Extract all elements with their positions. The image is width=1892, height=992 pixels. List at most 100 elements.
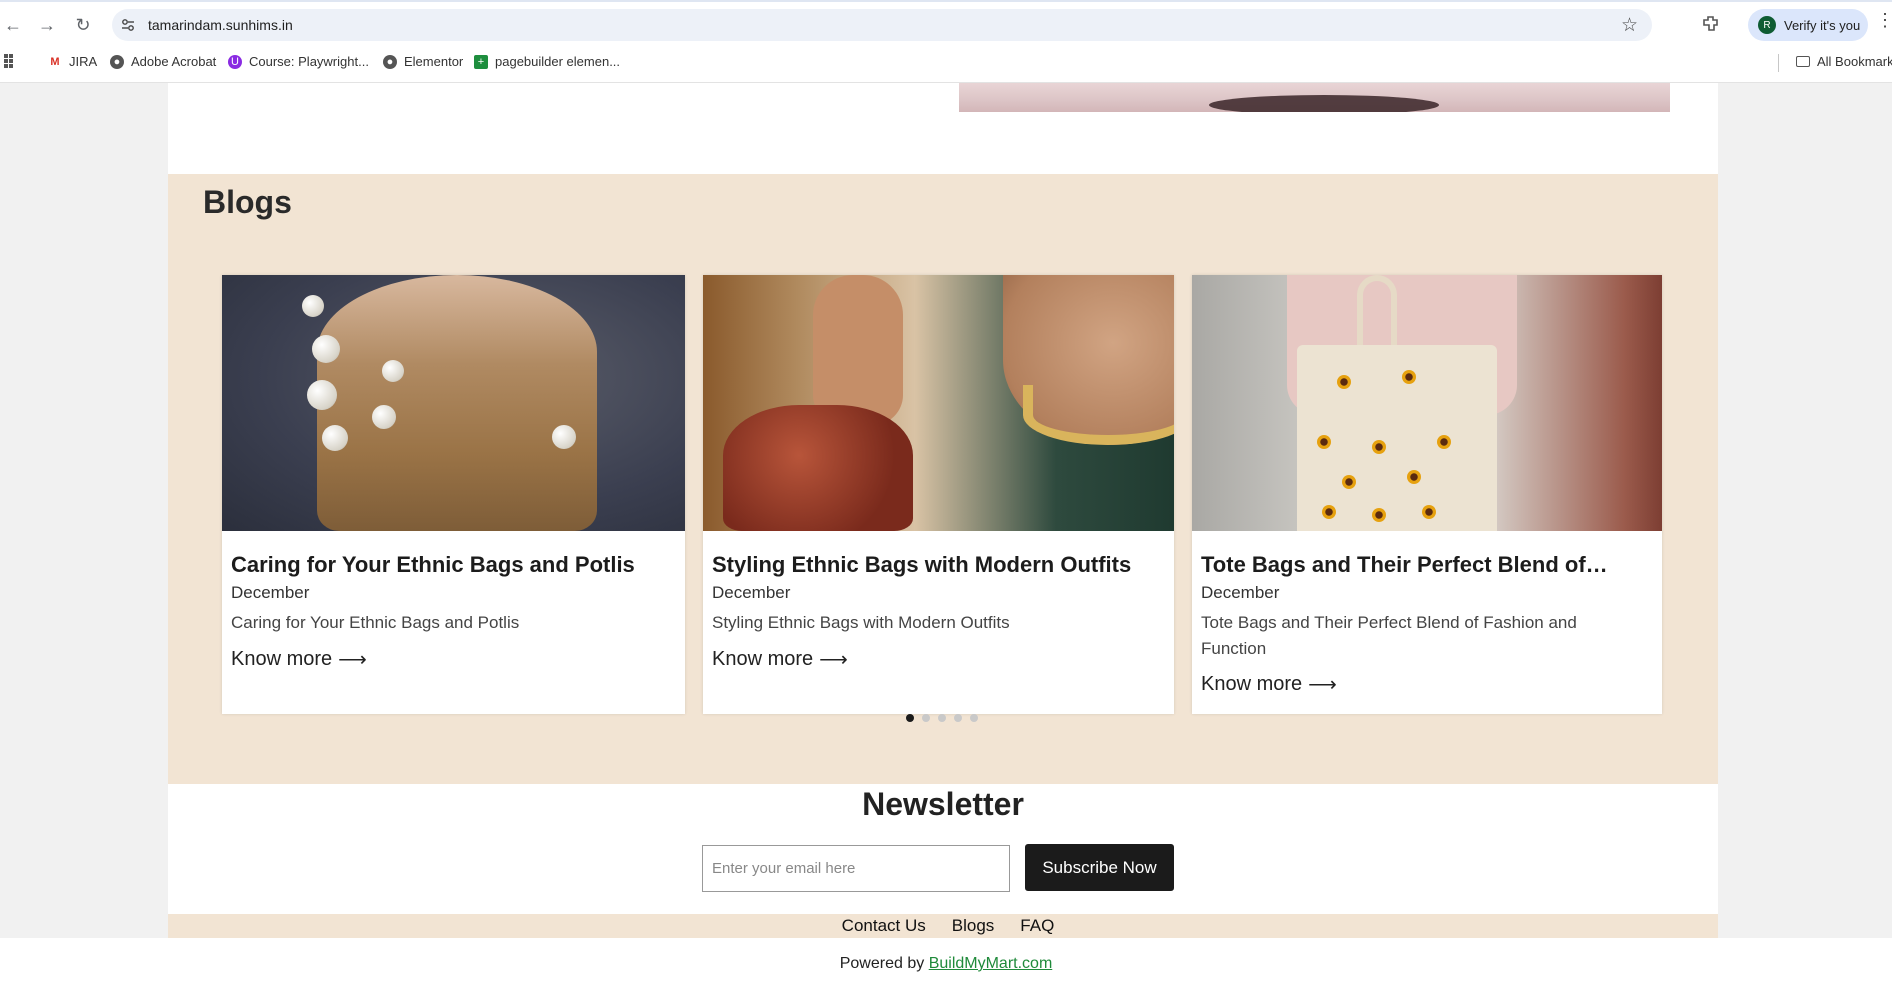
bookmark-elementor[interactable]: ● Elementor [383, 54, 463, 69]
tab-strip-edge [0, 0, 1892, 2]
back-icon[interactable]: ← [0, 12, 26, 38]
site-settings-icon[interactable] [120, 17, 136, 33]
arrow-right-icon: ⟶ [338, 649, 367, 671]
footer-link-contact-us[interactable]: Contact Us [842, 916, 926, 936]
blog-card[interactable]: Tote Bags and Their Perfect Blend of… De… [1192, 275, 1662, 714]
blog-image-potli[interactable] [222, 275, 685, 531]
bookmark-label: Adobe Acrobat [131, 54, 217, 69]
folder-icon [1796, 56, 1810, 67]
url-text: tamarindam.sunhims.in [148, 17, 293, 33]
buildmymart-link[interactable]: BuildMyMart.com [929, 955, 1053, 972]
page-content: Blogs Caring for Your Ethnic Bags and Po… [168, 83, 1718, 938]
blog-date: December [231, 583, 310, 602]
flower-shape [1372, 508, 1386, 522]
forward-icon[interactable]: → [34, 12, 60, 38]
pearl-shape [322, 425, 348, 451]
apps-grid-icon[interactable] [4, 54, 18, 68]
pearl-shape [302, 295, 324, 317]
carousel-dot-3[interactable] [938, 714, 946, 722]
bookmark-label: JIRA [69, 54, 98, 69]
bookmark-label: pagebuilder elemen... [495, 54, 621, 69]
bookmark-star-icon[interactable]: ☆ [1621, 14, 1638, 37]
arrow-right-icon: ⟶ [1308, 674, 1337, 696]
carousel-pagination [906, 714, 978, 724]
hero-image [959, 83, 1670, 112]
subscribe-button[interactable]: Subscribe Now [1025, 844, 1174, 891]
globe-icon: ● [110, 54, 124, 69]
reload-icon[interactable]: ↻ [70, 12, 96, 38]
bookmark-jira[interactable]: M JIRA [48, 54, 97, 69]
blog-title[interactable]: Tote Bags and Their Perfect Blend of… [1201, 552, 1631, 578]
verify-label: Verify it's you [1784, 17, 1861, 33]
extensions-icon[interactable] [1700, 13, 1722, 35]
gmail-icon: M [50, 55, 60, 68]
blog-description: Tote Bags and Their Perfect Blend of Fas… [1201, 613, 1577, 658]
blog-date: December [1201, 583, 1280, 602]
carousel-dot-4[interactable] [954, 714, 962, 722]
flower-shape [1422, 505, 1436, 519]
bookmarks-bar: M JIRA ● Adobe Acrobat U Course: Playwri… [0, 52, 1892, 74]
tote-bag-shape [1297, 345, 1497, 531]
blog-title[interactable]: Caring for Your Ethnic Bags and Potlis [231, 552, 654, 578]
know-more-label: Know more [712, 648, 814, 670]
flower-shape [1372, 440, 1386, 454]
bookmark-adobe-acrobat[interactable]: ● Adobe Acrobat [110, 54, 216, 69]
browser-chrome: ← → ↻ tamarindam.sunhims.in ☆ R Verify i… [0, 0, 1892, 83]
know-more-link[interactable]: Know more ⟶ [231, 647, 367, 672]
flower-shape [1407, 470, 1421, 484]
all-bookmarks-label: All Bookmarks [1817, 54, 1892, 69]
email-field[interactable] [702, 845, 1010, 892]
flower-shape [1317, 435, 1331, 449]
newsletter-heading: Newsletter [862, 786, 1024, 822]
carousel-dot-5[interactable] [970, 714, 978, 722]
blog-title[interactable]: Styling Ethnic Bags with Modern Outfits [712, 552, 1143, 578]
know-more-link[interactable]: Know more ⟶ [712, 647, 848, 672]
potli-bag-shape [317, 275, 597, 531]
flower-shape [1322, 505, 1336, 519]
carousel-dot-1[interactable] [906, 714, 914, 722]
necklace-shape [1023, 385, 1174, 445]
pearl-shape [552, 425, 576, 449]
know-more-link[interactable]: Know more ⟶ [1201, 672, 1337, 697]
flower-shape [1437, 435, 1451, 449]
sheets-icon: + [474, 54, 488, 69]
footer-nav: Contact Us Blogs FAQ [168, 914, 1718, 938]
blog-description: Styling Ethnic Bags with Modern Outfits [712, 613, 1010, 632]
all-bookmarks-folder[interactable]: All Bookmarks [1796, 54, 1892, 69]
pearl-shape [372, 405, 396, 429]
bookmark-pagebuilder[interactable]: + pagebuilder elemen... [474, 54, 620, 69]
pearl-shape [382, 360, 404, 382]
powered-by-text: Powered by BuildMyMart.com [0, 955, 1892, 973]
blog-image-tote[interactable] [1192, 275, 1662, 531]
bookmarks-divider [1778, 54, 1779, 72]
hand-shape [813, 275, 903, 425]
arrow-right-icon: ⟶ [819, 649, 848, 671]
blog-card[interactable]: Caring for Your Ethnic Bags and Potlis D… [222, 275, 685, 714]
blogs-section: Blogs Caring for Your Ethnic Bags and Po… [168, 174, 1718, 784]
blog-date: December [712, 583, 791, 602]
blog-card[interactable]: Styling Ethnic Bags with Modern Outfits … [703, 275, 1174, 714]
blog-description: Caring for Your Ethnic Bags and Potlis [231, 613, 520, 632]
flower-shape [1342, 475, 1356, 489]
blog-image-styling[interactable] [703, 275, 1174, 531]
profile-avatar: R [1758, 16, 1776, 34]
flower-shape [1402, 370, 1416, 384]
course-icon: U [228, 54, 242, 69]
pearl-shape [312, 335, 340, 363]
carousel-dot-2[interactable] [922, 714, 930, 722]
embroidered-bag-shape [723, 405, 913, 531]
tote-strap-shape [1357, 275, 1397, 355]
footer-link-faq[interactable]: FAQ [1020, 916, 1054, 936]
pearl-shape [307, 380, 337, 410]
bookmark-label: Elementor [404, 54, 464, 69]
bookmark-course-playwright[interactable]: U Course: Playwright... [228, 54, 369, 69]
bookmark-label: Course: Playwright... [249, 54, 369, 69]
flower-shape [1337, 375, 1351, 389]
blogs-heading: Blogs [203, 184, 292, 220]
browser-menu-icon[interactable]: ⋮ [1876, 10, 1892, 31]
address-bar[interactable]: tamarindam.sunhims.in ☆ [112, 9, 1652, 41]
powered-prefix: Powered by [839, 955, 925, 972]
globe-icon: ● [383, 54, 397, 69]
footer-link-blogs[interactable]: Blogs [952, 916, 995, 936]
verify-profile-button[interactable]: R Verify it's you [1748, 9, 1868, 41]
